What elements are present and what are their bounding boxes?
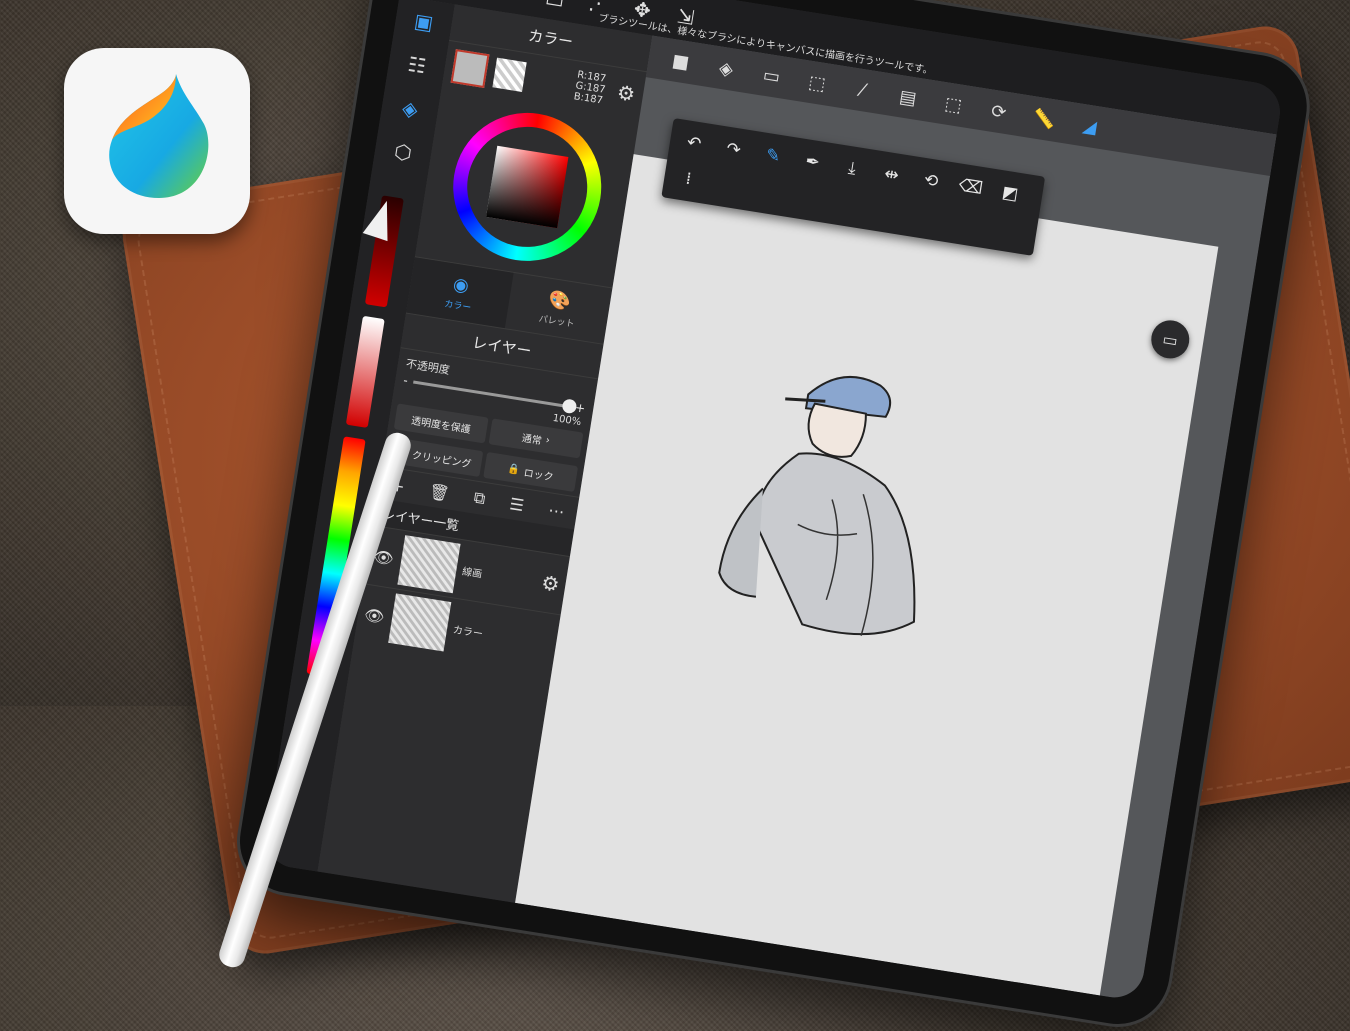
color-wheel[interactable] bbox=[442, 102, 612, 272]
app-screen: ☰ ✎ ▱ □ ⋰ ✥ ⇲ ブラシツールは、様々なブラシによりキャンバスに描画を… bbox=[262, 0, 1285, 1002]
rotate-reset-icon[interactable]: ⟲ bbox=[909, 160, 954, 202]
gear-icon[interactable]: ⚙ bbox=[615, 80, 636, 107]
erase-icon[interactable]: ⌫ bbox=[948, 166, 993, 208]
flip-icon[interactable]: ⇹ bbox=[869, 154, 914, 196]
gradient-icon[interactable]: ▭ bbox=[749, 57, 794, 95]
gear-icon[interactable]: ⚙ bbox=[540, 570, 561, 597]
materials-icon[interactable]: ⬡ bbox=[372, 126, 434, 178]
rgb-readout: R:187 G:187 B:187 bbox=[572, 68, 607, 107]
saturation-slider[interactable] bbox=[345, 315, 385, 428]
list-icon[interactable]: ☰ bbox=[508, 494, 525, 515]
secondary-color-swatch[interactable] bbox=[492, 57, 527, 92]
trash-icon[interactable]: 🗑 bbox=[428, 481, 451, 503]
opacity-minus-button[interactable]: - bbox=[402, 373, 408, 388]
brush-hand-icon[interactable]: ✎ bbox=[751, 135, 796, 177]
layer-thumbnail bbox=[388, 593, 452, 652]
duplicate-icon[interactable]: ⧉ bbox=[472, 488, 487, 510]
bucket-icon[interactable]: ◈ bbox=[704, 50, 749, 88]
layer-name: 線画 bbox=[461, 566, 483, 581]
ipad-device: ☰ ✎ ▱ □ ⋰ ✥ ⇲ ブラシツールは、様々なブラシによりキャンバスに描画を… bbox=[232, 0, 1315, 1031]
medibang-app-icon bbox=[64, 48, 250, 234]
color-circle-icon: ◉ bbox=[451, 273, 471, 297]
primary-color-swatch[interactable] bbox=[450, 49, 490, 88]
snap-icon[interactable]: ◢ bbox=[1067, 107, 1112, 145]
saturation-value-box[interactable] bbox=[486, 145, 569, 229]
save-icon[interactable]: ⤓ bbox=[830, 148, 875, 190]
palette-icon: 🎨 bbox=[547, 288, 573, 313]
layer-name: カラー bbox=[452, 624, 484, 640]
drawing-canvas[interactable] bbox=[515, 154, 1219, 996]
rotate-icon[interactable]: ⟳ bbox=[977, 93, 1022, 131]
undo-icon[interactable]: ↶ bbox=[671, 123, 716, 165]
rectangle-icon[interactable]: □ bbox=[531, 0, 581, 19]
ruler-icon[interactable]: 📏 bbox=[1022, 100, 1067, 138]
fullscreen-icon[interactable]: ◩ bbox=[988, 173, 1033, 215]
layer-thumbnail bbox=[397, 535, 461, 594]
fill-color-icon[interactable]: ■ bbox=[658, 42, 703, 80]
lock-icon: 🔒 bbox=[506, 462, 521, 476]
more-icon[interactable]: ⋯ bbox=[547, 500, 566, 521]
select-layer-icon[interactable]: ⬚ bbox=[931, 86, 976, 124]
redo-icon[interactable]: ↷ bbox=[711, 129, 756, 171]
eye-icon[interactable]: 👁 bbox=[363, 604, 388, 626]
grid-icon[interactable]: ⁞ bbox=[666, 158, 711, 200]
selection-icon[interactable]: ⬚ bbox=[795, 64, 840, 102]
layers-copy-icon[interactable]: ▤ bbox=[886, 78, 931, 116]
eyedropper-icon[interactable]: ✒ bbox=[790, 141, 835, 183]
magic-wand-icon[interactable]: ⁄ bbox=[840, 71, 885, 109]
chevron-right-icon: › bbox=[545, 434, 551, 447]
